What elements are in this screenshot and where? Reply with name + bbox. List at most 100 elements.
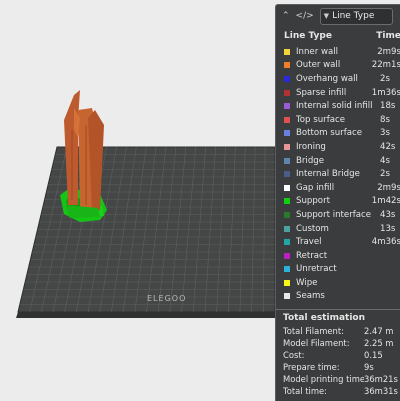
estimation-key: Total Filament: — [283, 326, 344, 337]
color-swatch — [284, 239, 290, 246]
line-type-label: Inner wall — [296, 46, 339, 57]
line-type-row[interactable]: Internal solid infill 18s — [276, 99, 400, 113]
plate-logo: ELEGOO — [147, 294, 186, 303]
column-time: Time — [376, 31, 400, 41]
line-type-row[interactable]: Support interface 43s — [276, 208, 400, 222]
estimation-row: Total time: 36m31s — [276, 385, 400, 397]
line-type-label: Support — [296, 196, 330, 207]
line-type-row[interactable]: Internal Bridge 2s — [276, 167, 400, 181]
legend-panel: ⌃ </> ▼ Line Type Line Type Time Inner w… — [275, 4, 400, 401]
line-type-row[interactable]: Support 1m42s — [276, 195, 400, 209]
color-swatch — [284, 89, 290, 96]
line-type-row[interactable]: Travel 4m36s — [276, 235, 400, 249]
line-type-label: Ironing — [296, 141, 326, 152]
estimation-row: Prepare time: 9s — [276, 361, 400, 373]
color-swatch — [284, 130, 290, 137]
estimation-value: 9s — [364, 362, 374, 373]
color-swatch — [284, 103, 290, 110]
estimation-value: 36m31s — [364, 386, 398, 397]
color-swatch — [284, 75, 290, 82]
color-swatch — [284, 143, 290, 150]
line-type-label: Wipe — [296, 277, 318, 288]
collapse-icon[interactable]: ⌃ — [282, 11, 290, 21]
code-view-icon[interactable]: </> — [296, 11, 314, 21]
color-swatch — [284, 279, 290, 286]
legend-header: ⌃ </> ▼ Line Type — [276, 5, 400, 27]
line-type-row[interactable]: Sparse infill 1m36s — [276, 86, 400, 100]
line-type-label: Retract — [296, 250, 328, 261]
color-swatch — [284, 184, 290, 191]
line-type-time: 3s — [380, 128, 390, 139]
color-swatch — [284, 266, 290, 273]
view-type-dropdown[interactable]: ▼ Line Type — [319, 7, 394, 25]
line-type-time: 1m42s — [371, 196, 400, 207]
estimation-value: 0.15 — [364, 350, 383, 361]
line-type-row[interactable]: Bottom surface 3s — [276, 127, 400, 141]
legend-table-header: Line Type Time — [276, 27, 400, 45]
estimation-list: Total Filament: 2.47 m Model Filament: 2.25… — [276, 325, 400, 397]
line-type-row[interactable]: Retract — [276, 249, 400, 263]
line-type-label: Internal solid infill — [296, 101, 373, 112]
estimation-value: 36m21s — [364, 374, 398, 385]
line-type-label: Travel — [296, 237, 322, 248]
color-swatch — [284, 293, 290, 300]
color-swatch — [284, 62, 290, 69]
line-type-label: Gap infill — [296, 182, 335, 193]
line-type-row[interactable]: Overhang wall 2s — [276, 72, 400, 86]
line-type-row[interactable]: Seams — [276, 290, 400, 304]
view-type-value: Line Type — [332, 11, 375, 21]
color-swatch — [284, 211, 290, 218]
line-type-time: 18s — [380, 101, 396, 112]
line-type-row[interactable]: Bridge 4s — [276, 154, 400, 168]
line-type-time: 22m1s — [371, 60, 400, 71]
line-type-row[interactable]: Top surface 8s — [276, 113, 400, 127]
line-type-row[interactable]: Outer wall 22m1s — [276, 59, 400, 73]
line-type-list: Inner wall 2m9s Outer wall 22m1s Overhang wa… — [276, 45, 400, 303]
line-type-time: 2m9s — [377, 182, 400, 193]
color-swatch — [284, 225, 290, 232]
estimation-key: Model printing time: — [283, 374, 364, 385]
color-swatch — [284, 198, 290, 205]
line-type-time: 4m36s — [371, 237, 400, 248]
line-type-time: 1m36s — [371, 87, 400, 98]
line-type-time: 4s — [380, 155, 390, 166]
line-type-label: Top surface — [296, 114, 345, 125]
build-plate — [16, 146, 276, 318]
line-type-label: Custom — [296, 223, 329, 234]
line-type-time: 42s — [380, 141, 396, 152]
estimation-title: Total estimation — [283, 313, 365, 324]
line-type-row[interactable]: Inner wall 2m9s — [276, 45, 400, 59]
estimation-row: Cost: 0.15 — [276, 349, 400, 361]
color-swatch — [284, 171, 290, 178]
color-swatch — [284, 252, 290, 259]
chevron-down-icon: ▼ — [323, 12, 330, 20]
line-type-time: 2s — [380, 169, 390, 180]
line-type-row[interactable]: Custom 13s — [276, 222, 400, 236]
line-type-time: 2s — [380, 73, 390, 84]
estimation-value: 2.47 m — [364, 326, 394, 337]
line-type-label: Overhang wall — [296, 73, 358, 84]
estimation-row: Model Filament: 2.25 m — [276, 337, 400, 349]
line-type-row[interactable]: Gap infill 2m9s — [276, 181, 400, 195]
line-type-label: Unretract — [296, 264, 337, 275]
line-type-label: Outer wall — [296, 60, 341, 71]
estimation-row: Total Filament: 2.47 m — [276, 325, 400, 337]
line-type-time: 13s — [380, 223, 396, 234]
line-type-time: 2m9s — [377, 46, 400, 57]
estimation-key: Cost: — [283, 350, 305, 361]
color-swatch — [284, 48, 290, 55]
line-type-row[interactable]: Ironing 42s — [276, 140, 400, 154]
line-type-row[interactable]: Wipe — [276, 276, 400, 290]
line-type-label: Bridge — [296, 155, 325, 166]
line-type-label: Seams — [296, 291, 325, 302]
line-type-row[interactable]: Unretract — [276, 263, 400, 277]
column-line-type: Line Type — [284, 31, 332, 41]
line-type-label: Support interface — [296, 209, 372, 220]
line-type-time: 8s — [380, 114, 390, 125]
estimation-row: Model printing time: 36m21s — [276, 373, 400, 385]
line-type-label: Internal Bridge — [296, 169, 360, 180]
line-type-time: 43s — [380, 209, 396, 220]
line-type-label: Bottom surface — [296, 128, 363, 139]
estimation-key: Model Filament: — [283, 338, 350, 349]
line-type-label: Sparse infill — [296, 87, 347, 98]
